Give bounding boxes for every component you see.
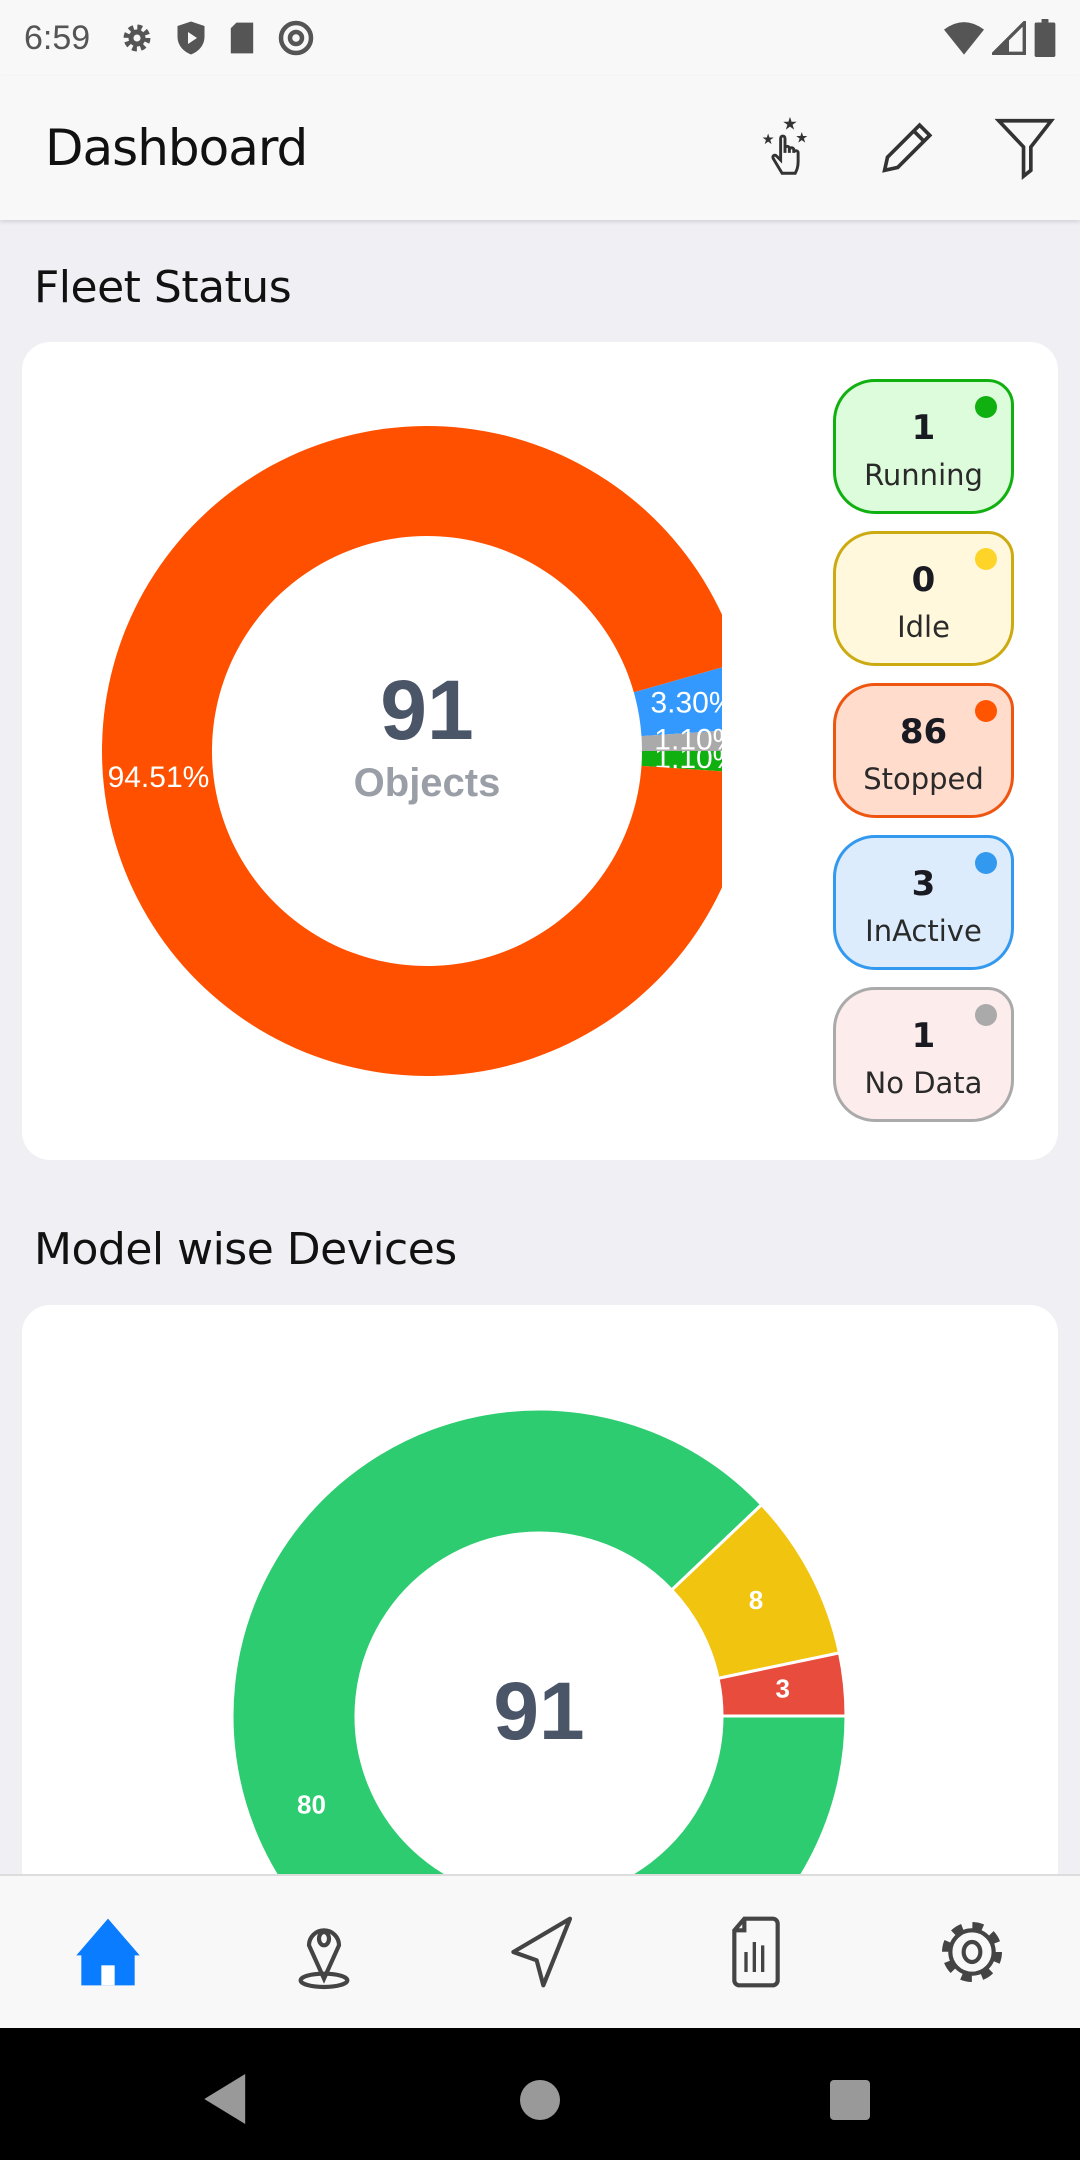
status-dot xyxy=(975,1004,997,1026)
filter-icon[interactable] xyxy=(990,112,1060,182)
slice-label: 94.51% xyxy=(108,761,210,794)
at-sign-icon xyxy=(278,20,314,56)
status-dot xyxy=(975,548,997,570)
nav-reports-icon[interactable] xyxy=(716,1912,796,1992)
slice-label: 3.30% xyxy=(650,687,722,720)
legend-idle[interactable]: 0 Idle xyxy=(833,531,1014,666)
slice-label: 1.10% xyxy=(654,724,722,757)
slice-label: 80 xyxy=(297,1790,326,1820)
status-dot xyxy=(975,700,997,722)
settings-icon xyxy=(123,24,151,52)
pencil-icon[interactable] xyxy=(870,112,940,182)
battery-icon xyxy=(1034,19,1056,57)
fleet-status-card: 1.10%94.51%3.30%1.10% 91 Objects 1Runnin… xyxy=(22,342,1058,1160)
app-bar: Dashboard ★ ★ ★ xyxy=(0,76,1080,220)
system-nav-bar xyxy=(0,2028,1080,2160)
model-devices-title: Model wise Devices xyxy=(34,1224,457,1275)
status-bar: 6:59 xyxy=(0,0,1080,76)
legend-label: No Data xyxy=(864,1066,983,1100)
fleet-total-value: 91 xyxy=(380,663,474,757)
bottom-nav xyxy=(0,1874,1080,2028)
wifi-icon xyxy=(944,22,984,55)
model-total-value: 91 xyxy=(493,1666,585,1757)
legend-running[interactable]: 1 Running xyxy=(833,379,1014,514)
legend-inactive[interactable]: 3 InActive xyxy=(833,835,1014,970)
fleet-status-title: Fleet Status xyxy=(34,262,292,313)
fleet-total-label: Objects xyxy=(353,761,501,805)
page-title: Dashboard xyxy=(45,119,308,177)
legend-label: Stopped xyxy=(863,762,984,796)
svg-text:★: ★ xyxy=(795,131,808,147)
back-button[interactable] xyxy=(202,2074,252,2124)
nav-map-location-icon[interactable] xyxy=(284,1912,364,1992)
status-time: 6:59 xyxy=(24,18,91,57)
nav-settings-icon[interactable] xyxy=(932,1912,1012,1992)
status-dot xyxy=(975,852,997,874)
home-button[interactable] xyxy=(520,2080,560,2120)
legend-stopped[interactable]: 86 Stopped xyxy=(833,683,1014,818)
tap-sparkle-icon[interactable]: ★★ ★ xyxy=(750,112,820,182)
svg-text:★: ★ xyxy=(762,132,775,148)
recents-button[interactable] xyxy=(830,2080,870,2120)
signal-icon xyxy=(992,21,1026,55)
legend-label: InActive xyxy=(865,914,982,948)
slice-label: 8 xyxy=(749,1585,763,1615)
shield-play-icon xyxy=(177,21,205,55)
slice-label: 3 xyxy=(775,1674,789,1704)
legend-label: Running xyxy=(864,458,983,492)
legend-no-data[interactable]: 1 No Data xyxy=(833,987,1014,1122)
nav-navigation-icon[interactable] xyxy=(500,1912,580,1992)
status-dot xyxy=(975,396,997,418)
nav-home-icon[interactable] xyxy=(68,1912,148,1992)
sd-card-icon xyxy=(230,22,254,54)
legend-label: Idle xyxy=(897,610,950,644)
